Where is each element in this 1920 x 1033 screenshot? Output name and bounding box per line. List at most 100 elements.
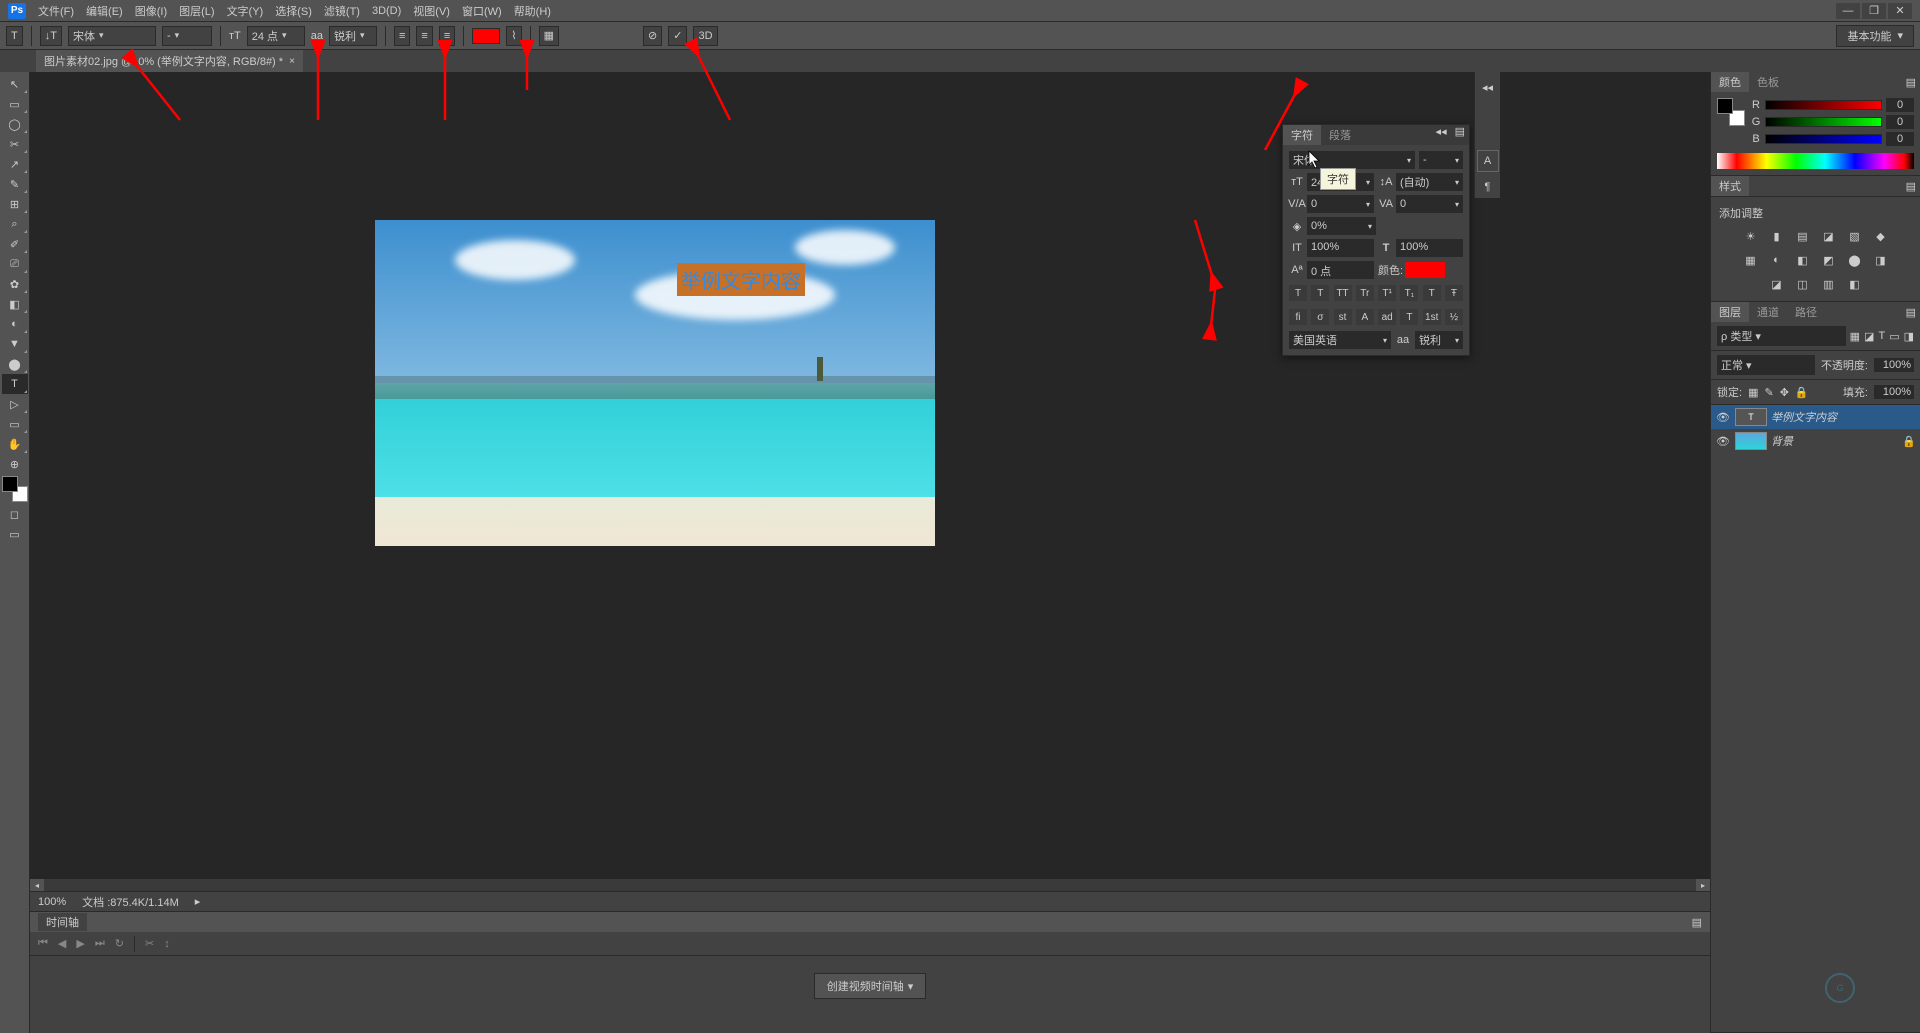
underline-button[interactable]: T — [1423, 285, 1441, 301]
strikethrough-button[interactable]: Ŧ — [1445, 285, 1463, 301]
type-tool[interactable]: T — [2, 374, 28, 394]
text-layer-selection[interactable]: 举例文字内容 — [677, 263, 805, 296]
char-font-select[interactable]: 宋体 — [1289, 151, 1415, 169]
healing-tool[interactable]: ⊞ — [2, 194, 28, 214]
character-panel-icon[interactable]: A — [1477, 150, 1499, 172]
blend-mode-select[interactable]: 正常 ▾ — [1717, 355, 1815, 375]
layers-tab[interactable]: 图层 — [1711, 302, 1749, 322]
menu-window[interactable]: 窗口(W) — [462, 3, 502, 19]
cancel-edit-button[interactable]: ⊘ — [643, 26, 662, 46]
photo-filter-icon[interactable]: ◧ — [1794, 251, 1812, 269]
eyedropper-tool[interactable]: ✎ — [2, 174, 28, 194]
channels-tab[interactable]: 通道 — [1749, 302, 1787, 322]
superscript-button[interactable]: T¹ — [1378, 285, 1396, 301]
color-lookup-icon[interactable]: ⬤ — [1846, 251, 1864, 269]
gradient-map-icon[interactable]: ▥ — [1820, 275, 1838, 293]
menu-file[interactable]: 文件(F) — [38, 3, 74, 19]
panel-menu-icon[interactable]: ▤ — [1451, 125, 1469, 145]
dodge-tool[interactable]: ▼ — [2, 334, 28, 354]
minimize-button[interactable]: — — [1836, 3, 1860, 19]
panel-fg-bg-swatch[interactable] — [1717, 98, 1745, 126]
bold-button[interactable]: T — [1289, 285, 1307, 301]
char-height-input[interactable]: 100% — [1307, 239, 1374, 257]
curves-icon[interactable]: ▤ — [1794, 227, 1812, 245]
antialias-select[interactable]: 锐利 — [329, 26, 377, 46]
paragraph-tab[interactable]: 段落 — [1321, 125, 1359, 145]
align-center-button[interactable]: ≡ — [416, 26, 432, 46]
ligature-button[interactable]: fi — [1289, 309, 1307, 325]
layer-thumb-image[interactable] — [1735, 432, 1767, 450]
layer-item-background[interactable]: 👁 背景 🔒 — [1711, 429, 1920, 453]
timeline-tab[interactable]: 时间轴 — [38, 913, 87, 931]
menu-3d[interactable]: 3D(D) — [372, 5, 401, 17]
zoom-tool[interactable]: ⊕ — [2, 454, 28, 474]
transition-button[interactable]: ↕ — [164, 938, 170, 950]
visibility-icon[interactable]: 👁 — [1715, 435, 1731, 448]
shape-tool[interactable]: ▭ — [2, 414, 28, 434]
loop-button[interactable]: ↻ — [115, 937, 124, 950]
r-value[interactable]: 0 — [1886, 98, 1914, 112]
layer-name[interactable]: 背景 — [1771, 433, 1898, 449]
lock-transparency-icon[interactable]: ▦ — [1748, 386, 1758, 399]
tab-close-icon[interactable]: × — [289, 56, 295, 67]
channel-mixer-icon[interactable]: ◩ — [1820, 251, 1838, 269]
char-aa-select[interactable]: 锐利 — [1415, 331, 1463, 349]
panel-menu-icon[interactable]: ▤ — [1902, 306, 1920, 319]
lock-pixels-icon[interactable]: ✎ — [1764, 386, 1773, 399]
g-slider[interactable] — [1765, 117, 1882, 127]
prev-frame-button[interactable]: ◀ — [58, 937, 66, 950]
maximize-button[interactable]: ❐ — [1862, 3, 1886, 19]
collapse-handle-icon[interactable]: ◂◂ — [1477, 76, 1499, 98]
filter-type-icon[interactable]: T — [1878, 330, 1885, 342]
filter-adjust-icon[interactable]: ◪ — [1864, 330, 1874, 343]
scroll-right-button[interactable]: ▸ — [1696, 879, 1710, 891]
char-width-input[interactable]: 100% — [1396, 239, 1463, 257]
character-panel[interactable]: 字符 段落 ◂◂ ▤ 宋体 - тT24 点 ↕A(自动) V/A0 VA0 — [1282, 124, 1470, 356]
exposure-icon[interactable]: ◪ — [1820, 227, 1838, 245]
brush-tool[interactable]: ⌕ — [2, 214, 28, 234]
fractions-button[interactable]: ½ — [1445, 309, 1463, 325]
split-button[interactable]: ✂ — [145, 937, 154, 950]
posterize-icon[interactable]: ◪ — [1768, 275, 1786, 293]
history-brush-tool[interactable]: ⎚ — [2, 254, 28, 274]
layer-filter-select[interactable]: ρ 类型 ▾ — [1717, 326, 1846, 346]
lock-all-icon[interactable]: 🔒 — [1795, 386, 1809, 399]
align-left-button[interactable]: ≡ — [394, 26, 410, 46]
gradient-tool[interactable]: ◧ — [2, 294, 28, 314]
layer-name[interactable]: 举例文字内容 — [1771, 409, 1916, 425]
r-slider[interactable] — [1765, 100, 1882, 110]
text-orientation-button[interactable]: ↓T — [40, 26, 62, 46]
levels-icon[interactable]: ▮ — [1768, 227, 1786, 245]
menu-image[interactable]: 图像(I) — [135, 3, 167, 19]
fg-bg-swatch[interactable] — [2, 476, 28, 502]
b-slider[interactable] — [1765, 134, 1882, 144]
pen-tool[interactable]: ⬤ — [2, 354, 28, 374]
lock-position-icon[interactable]: ✥ — [1780, 386, 1789, 399]
char-kerning-select[interactable]: 0 — [1307, 195, 1374, 213]
panel-menu-icon[interactable]: ▤ — [1692, 916, 1702, 929]
zoom-level[interactable]: 100% — [38, 896, 66, 908]
move-tool[interactable]: ↖ — [2, 74, 28, 94]
menu-select[interactable]: 选择(S) — [275, 3, 312, 19]
char-tracking-select[interactable]: 0 — [1396, 195, 1463, 213]
foreground-swatch[interactable] — [2, 476, 18, 492]
paths-tab[interactable]: 路径 — [1787, 302, 1825, 322]
status-arrow-icon[interactable]: ▸ — [195, 895, 201, 908]
play-button[interactable]: ▶ — [76, 937, 84, 950]
menu-edit[interactable]: 编辑(E) — [86, 3, 123, 19]
layer-item-text[interactable]: 👁 T 举例文字内容 — [1711, 405, 1920, 429]
horizontal-scrollbar[interactable]: ◂ ▸ — [30, 879, 1710, 891]
language-select[interactable]: 美国英语 — [1289, 331, 1391, 349]
font-style-select[interactable]: - — [162, 26, 212, 46]
opacity-input[interactable]: 100% — [1874, 358, 1914, 372]
screen-mode-button[interactable]: ▭ — [2, 524, 28, 544]
eraser-tool[interactable]: ✿ — [2, 274, 28, 294]
threshold-icon[interactable]: ◫ — [1794, 275, 1812, 293]
char-color-swatch[interactable] — [1405, 262, 1445, 278]
align-right-button[interactable]: ≡ — [439, 26, 455, 46]
menu-help[interactable]: 帮助(H) — [514, 3, 551, 19]
char-style-select[interactable]: - — [1419, 151, 1463, 169]
styles-tab[interactable]: 样式 — [1711, 176, 1749, 196]
first-frame-button[interactable]: ⏮ — [38, 937, 48, 950]
b-value[interactable]: 0 — [1886, 132, 1914, 146]
